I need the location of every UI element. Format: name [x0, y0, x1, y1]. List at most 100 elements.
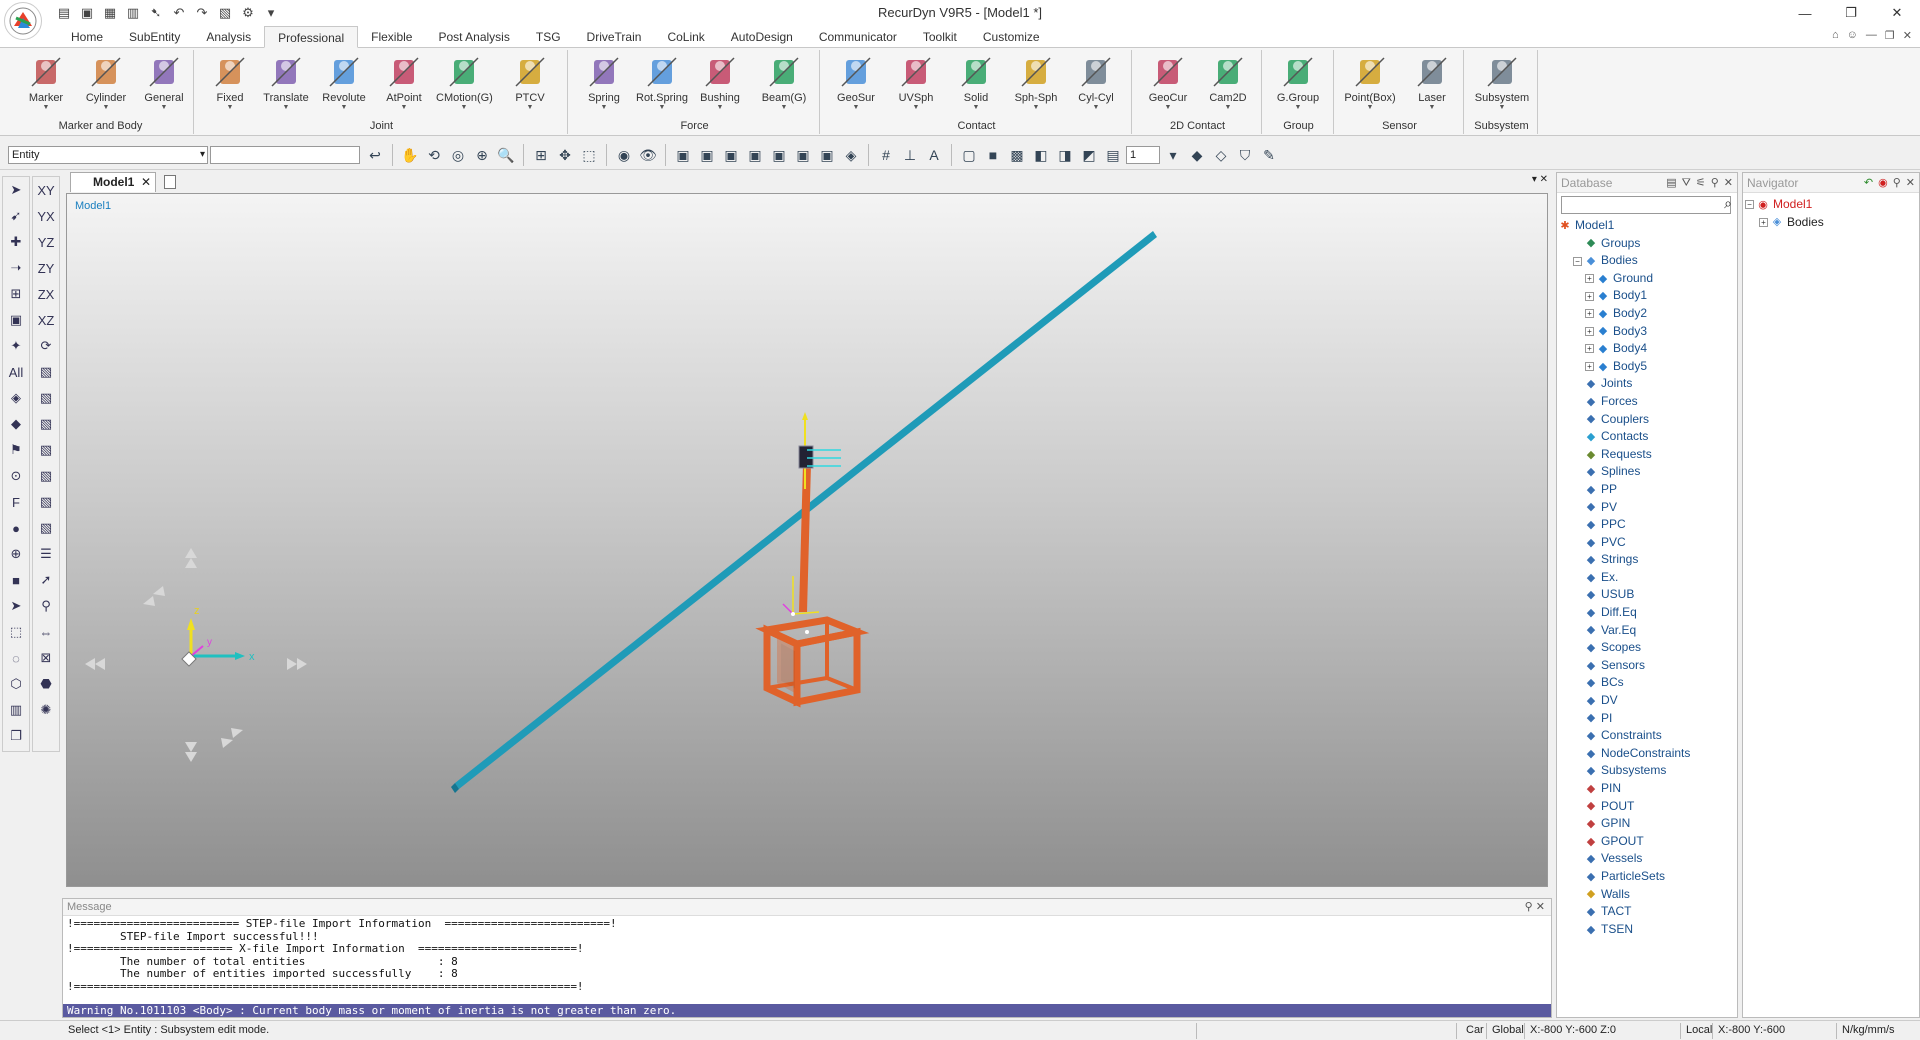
dropdown-arrow-icon[interactable]: ▼ [576, 104, 632, 112]
joint-marker-top[interactable] [798, 412, 841, 489]
select-add-icon[interactable]: ✚ [3, 229, 29, 255]
ribbon-minimize-icon[interactable]: — [1866, 29, 1877, 42]
tree-item-subsystems[interactable]: ◆ Subsystems [1559, 762, 1737, 780]
dropdown-arrow-icon[interactable]: ▼ [376, 104, 432, 112]
shaded-icon[interactable]: ■ [982, 144, 1004, 166]
app-logo-icon[interactable] [4, 2, 42, 40]
tree-item-ex[interactable]: ◆ Ex. [1559, 569, 1737, 587]
tree-item-pin[interactable]: ◆ PIN [1559, 780, 1737, 798]
ribbon-tab-analysis[interactable]: Analysis [193, 26, 264, 48]
pointer-icon[interactable]: ➤ [3, 593, 29, 619]
tree-item-pout[interactable]: ◆ POUT [1559, 798, 1737, 816]
dropdown-arrow-icon[interactable]: ▼ [1068, 104, 1124, 112]
tree-item-body5[interactable]: + ◆ Body5 [1559, 358, 1737, 376]
tree-item-body3[interactable]: + ◆ Body3 [1559, 323, 1737, 341]
view-iso-icon[interactable]: ▣ [672, 144, 694, 166]
close-button[interactable]: ✕ [1874, 0, 1920, 26]
paint-icon[interactable]: ✎ [1258, 144, 1280, 166]
cube-5-icon[interactable]: ▧ [33, 463, 59, 489]
view-number-dropdown-icon[interactable]: ▾ [1162, 144, 1184, 166]
document-tab-model1[interactable]: Model1 ✕ [70, 172, 156, 192]
dashed-select-icon[interactable]: ⬚ [3, 619, 29, 645]
tree-item-body1[interactable]: + ◆ Body1 [1559, 287, 1737, 305]
doc-strip-controls[interactable]: ▾ ✕ [1532, 174, 1548, 185]
fixed-button[interactable]: Fixed ▼ [202, 54, 258, 118]
lighting-icon[interactable]: ◆ [1186, 144, 1208, 166]
tree-item-pp[interactable]: ◆ PP [1559, 481, 1737, 499]
save-as-icon[interactable]: ▥ [123, 3, 143, 23]
cube-filter-icon[interactable]: ■ [3, 567, 29, 593]
view-number-select[interactable]: 1 [1126, 146, 1160, 164]
select-arrow-icon[interactable]: ➤ [3, 177, 29, 203]
dropdown-arrow-icon[interactable]: ▼ [1200, 104, 1256, 112]
dropdown-arrow-icon[interactable]: ▼ [1342, 104, 1398, 112]
ribbon-tab-subentity[interactable]: SubEntity [116, 26, 193, 48]
translate-button[interactable]: Translate ▼ [258, 54, 314, 118]
spark-icon[interactable]: ✺ [33, 697, 59, 723]
assembly-icon[interactable]: ⬣ [33, 671, 59, 697]
layer-icon[interactable]: ▤ [1102, 144, 1124, 166]
tree-item-usub[interactable]: ◆ USUB [1559, 586, 1737, 604]
cube-6-icon[interactable]: ▧ [33, 489, 59, 515]
bushing-button[interactable]: Bushing ▼ [692, 54, 748, 118]
tree-item-pvc[interactable]: ◆ PVC [1559, 534, 1737, 552]
center-filter-icon[interactable]: ⊕ [3, 541, 29, 567]
nav-record-icon[interactable]: ◉ [1878, 173, 1888, 193]
cube-1-icon[interactable]: ▧ [33, 359, 59, 385]
tree-item-bodies[interactable]: − ◆ Bodies [1559, 252, 1737, 270]
pin-red-icon[interactable]: ⚲ [33, 593, 59, 619]
zoom-window-icon[interactable]: ⊞ [530, 144, 552, 166]
entity-name-field[interactable] [210, 146, 360, 164]
expand-icon[interactable]: + [1585, 326, 1594, 336]
ptcv-button[interactable]: PTCV ▼ [502, 54, 558, 118]
nav-back-icon[interactable]: ↶ [1864, 173, 1873, 193]
dropdown-arrow-icon[interactable]: ▼ [502, 104, 558, 112]
expand-icon[interactable]: + [1585, 362, 1594, 372]
revolute-button[interactable]: Revolute ▼ [316, 54, 372, 118]
db-close-icon[interactable]: ✕ [1724, 173, 1733, 193]
view-left-icon[interactable]: ▣ [744, 144, 766, 166]
cyl-cyl-button[interactable]: Cyl-Cyl ▼ [1068, 54, 1124, 118]
tree-item-ppc[interactable]: ◆ PPC [1559, 516, 1737, 534]
dropdown-arrow-icon[interactable]: ▼ [78, 104, 134, 112]
view-zx-icon[interactable]: ZX [33, 281, 59, 307]
ribbon-tab-autodesign[interactable]: AutoDesign [718, 26, 806, 48]
expand-icon[interactable]: + [1585, 291, 1594, 301]
settings-icon[interactable]: ⚙ [238, 3, 258, 23]
view-right-icon[interactable]: ▣ [768, 144, 790, 166]
qat-dropdown-icon[interactable]: ▾ [261, 3, 281, 23]
tree-item-vessels[interactable]: ◆ Vessels [1559, 850, 1737, 868]
ribbon-tab-toolkit[interactable]: Toolkit [910, 26, 970, 48]
tree-item-pv[interactable]: ◆ PV [1559, 499, 1737, 517]
search-icon[interactable]: ⌕ [1724, 195, 1732, 212]
tree-item-diff-eq[interactable]: ◆ Diff.Eq [1559, 604, 1737, 622]
marker-filter-icon[interactable]: ⚑ [3, 437, 29, 463]
cursor-icon[interactable]: ➚ [33, 567, 59, 593]
grid-select-icon[interactable]: ⊞ [3, 281, 29, 307]
nav-pin-icon[interactable]: ⚲ [1893, 173, 1901, 193]
orbit-icon[interactable]: ◎ [447, 144, 469, 166]
select-multi-icon[interactable]: ➹ [3, 203, 29, 229]
view-xz-icon[interactable]: XZ [33, 307, 59, 333]
ribbon-close-icon[interactable]: ✕ [1903, 29, 1912, 42]
tree-item-gpout[interactable]: ◆ GPOUT [1559, 833, 1737, 851]
select-remove-icon[interactable]: ➝ [3, 255, 29, 281]
tree-item-ground[interactable]: + ◆ Ground [1559, 270, 1737, 288]
box-frame-body[interactable] [755, 616, 870, 708]
undo-icon[interactable]: ↶ [169, 3, 189, 23]
tree-item-pi[interactable]: ◆ PI [1559, 710, 1737, 728]
help-icon[interactable]: ⌂ [1832, 29, 1839, 42]
tree-root-model[interactable]: ✱ Model1 [1559, 217, 1737, 235]
view-top-icon[interactable]: ▣ [792, 144, 814, 166]
hidden-line-icon[interactable]: ◧ [1030, 144, 1052, 166]
solid-button[interactable]: Solid ▼ [948, 54, 1004, 118]
dropdown-arrow-icon[interactable]: ▼ [1140, 104, 1196, 112]
zoom-icon[interactable]: 🔍 [495, 144, 517, 166]
fit-icon[interactable]: ✥ [554, 144, 576, 166]
list-icon[interactable]: ☰ [33, 541, 59, 567]
circle-select-icon[interactable]: ◌ [3, 645, 29, 671]
import-icon[interactable]: ➷ [146, 3, 166, 23]
transparent-icon[interactable]: ◨ [1054, 144, 1076, 166]
marker-button[interactable]: Marker ▼ [18, 54, 74, 118]
dropdown-arrow-icon[interactable]: ▼ [1008, 104, 1064, 112]
